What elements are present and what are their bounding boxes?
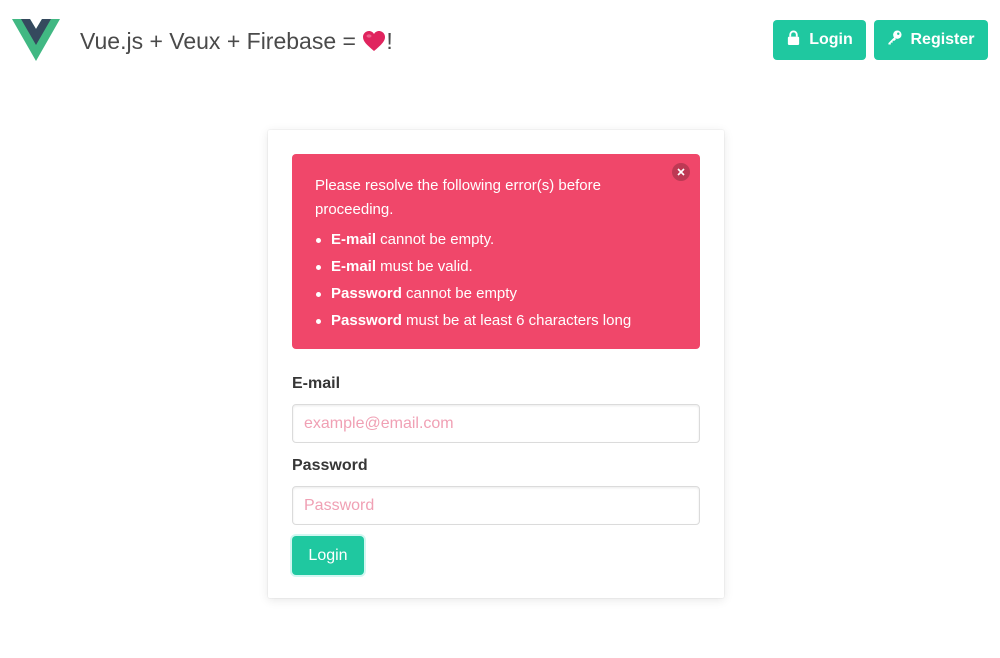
login-submit-button[interactable]: Login [292,536,364,575]
error-text: cannot be empty. [376,231,495,248]
login-nav-label: Login [809,31,853,48]
error-item: E-mail must be valid. [315,253,676,280]
error-field: Password [331,312,402,329]
password-field[interactable] [292,486,700,525]
close-icon[interactable] [672,163,690,181]
login-card: Please resolve the following error(s) be… [268,130,724,598]
app-title-suffix: ! [386,28,393,54]
error-field: E-mail [331,258,377,275]
vue-logo-icon[interactable] [12,19,60,61]
register-nav-label: Register [910,31,975,48]
error-message: Please resolve the following error(s) be… [315,177,601,218]
error-text: must be valid. [376,258,473,275]
register-nav-button[interactable]: Register [874,20,988,60]
key-icon [887,30,903,50]
app-title[interactable]: Vue.js + Veux + Firebase = ! [80,26,393,56]
lock-icon [786,30,801,50]
app-title-text: Vue.js + Veux + Firebase = [80,28,363,54]
error-item: E-mail cannot be empty. [315,226,676,253]
login-nav-button[interactable]: Login [773,20,866,60]
email-field[interactable] [292,404,700,443]
heart-icon [362,29,386,51]
error-list: E-mail cannot be empty. E-mail must be v… [315,226,676,334]
error-field: E-mail [331,231,377,248]
password-label: Password [292,457,368,474]
error-item: Password cannot be empty [315,280,676,307]
error-text: must be at least 6 characters long [401,312,632,329]
error-text: cannot be empty [401,285,517,302]
error-item: Password must be at least 6 characters l… [315,307,676,334]
email-label: E-mail [292,375,341,392]
error-field: Password [331,285,402,302]
error-notification: Please resolve the following error(s) be… [292,154,700,349]
navbar: Vue.js + Veux + Firebase = ! Login Regis… [0,0,1000,82]
